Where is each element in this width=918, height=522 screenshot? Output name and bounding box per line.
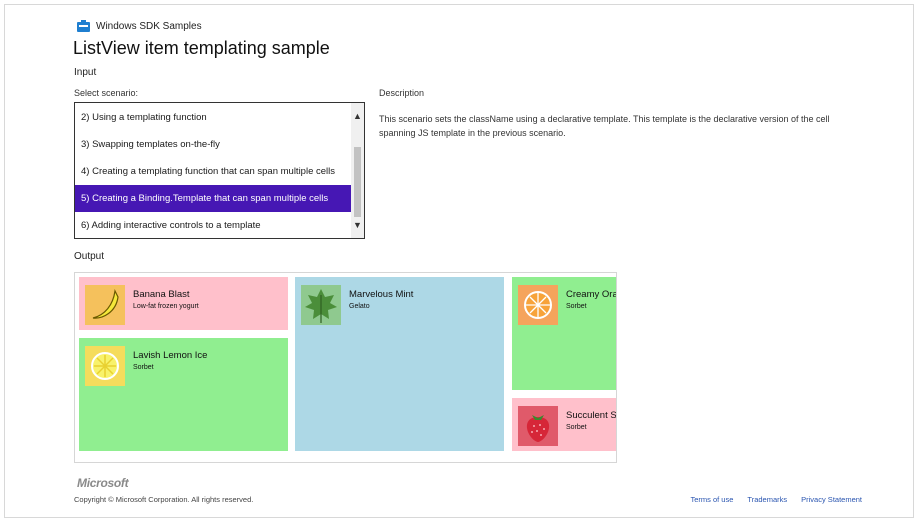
listview-item-creamy-orange[interactable]: Creamy Orange Sorbet [512,277,617,390]
scenario-item[interactable]: 2) Using a templating function [75,104,352,131]
lemon-icon [85,346,125,386]
scenario-item[interactable]: 4) Creating a templating function that c… [75,158,352,185]
orange-icon [518,285,558,325]
listview-item-lavish-lemon-ice[interactable]: Lavish Lemon Ice Sorbet [79,338,288,451]
scroll-thumb[interactable] [354,147,361,217]
scroll-up-arrow-icon[interactable]: ▲ [351,109,364,123]
privacy-statement-link[interactable]: Privacy Statement [801,495,862,504]
output-listview: Banana Blast Low-fat frozen yogurt Lavis… [74,272,617,463]
footer-links: Terms of use Trademarks Privacy Statemen… [690,495,862,504]
sdk-label: Windows SDK Samples [96,20,202,32]
trademarks-link[interactable]: Trademarks [747,495,787,504]
input-heading: Input [74,67,97,78]
sdk-logo-icon [77,20,90,32]
tile-type: Low-fat frozen yogurt [133,303,199,310]
tile-name: Creamy Orange [566,289,617,300]
copyright-text: Copyright © Microsoft Corporation. All r… [74,495,254,504]
terms-of-use-link[interactable]: Terms of use [690,495,733,504]
tile-type: Sorbet [566,424,587,431]
scenario-listbox[interactable]: 2) Using a templating function 3) Swappi… [74,102,365,239]
listview-item-banana-blast[interactable]: Banana Blast Low-fat frozen yogurt [79,277,288,330]
listview-item-marvelous-mint[interactable]: Marvelous Mint Gelato [295,277,504,451]
select-scenario-label: Select scenario: [74,88,139,98]
tile-name: Succulent Strawberry [566,410,617,421]
description-text: This scenario sets the className using a… [379,114,830,138]
scenario-item-selected[interactable]: 5) Creating a Binding.Template that can … [75,185,352,212]
scenario-scrollbar[interactable]: ▲ ▼ [351,103,364,238]
microsoft-logo: Microsoft [77,476,129,490]
tile-name: Lavish Lemon Ice [133,350,208,361]
tile-name: Marvelous Mint [349,289,414,300]
page-title: ListView item templating sample [73,38,330,58]
banana-icon [85,285,125,325]
mint-leaf-icon [301,285,341,325]
scenario-item[interactable]: 6) Adding interactive controls to a temp… [75,212,352,238]
tile-type: Sorbet [566,303,587,310]
scenario-item[interactable]: 3) Swapping templates on-the-fly [75,131,352,158]
scroll-down-arrow-icon[interactable]: ▼ [351,218,364,232]
sdk-header: Windows SDK Samples [77,20,202,32]
tile-name: Banana Blast [133,289,190,300]
tile-type: Gelato [349,303,370,310]
listview-item-succulent-strawberry[interactable]: Succulent Strawberry Sorbet [512,398,617,451]
output-heading: Output [74,251,105,262]
tile-type: Sorbet [133,364,154,371]
description-label: Description [379,88,425,98]
strawberry-icon [518,406,558,446]
